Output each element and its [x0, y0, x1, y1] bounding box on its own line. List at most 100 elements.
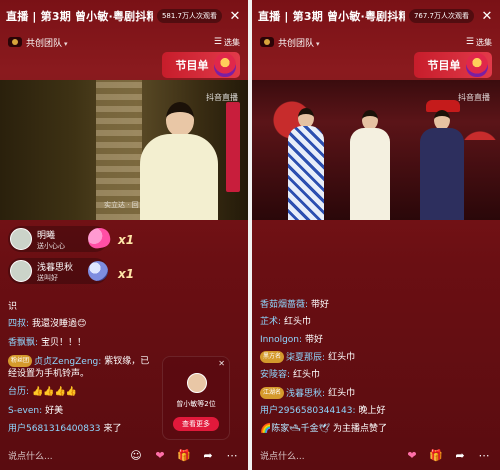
- performer: [420, 100, 464, 220]
- chat-message: 黑方名 柒夏那辰: 红头巾: [260, 351, 355, 364]
- co-creator-team[interactable]: 共创团队 ▾: [278, 36, 466, 49]
- chat-message: 香茹烟蔷薇: 带好: [260, 299, 329, 311]
- douyin-watermark: 抖音直播: [206, 93, 238, 102]
- left-live-panel: 直播 | 第3期 曾小敏·粤剧抖精.. 581.7万人次观看 ✕ 共创团队 ▾ ☰…: [0, 0, 248, 470]
- viewer-count: 581.7万人次观看: [156, 9, 222, 23]
- performer: [286, 108, 326, 220]
- opera-mask-icon: [466, 53, 488, 77]
- sub-bar: 共创团队 ▾ ☰ 选集: [252, 34, 500, 50]
- chat-message: 用户2956580344143: 晚上好: [260, 405, 386, 417]
- heart-icon[interactable]: ❤: [152, 447, 168, 463]
- co-creator-team[interactable]: 共创团队 ▾: [26, 36, 214, 49]
- stage-backdrop: [96, 80, 142, 220]
- chat-text: 来了: [103, 424, 122, 434]
- avatar: [187, 373, 207, 393]
- bottom-bar: 说点什么... ❤ 🎁 ➦ ⋯: [252, 440, 500, 470]
- chat-user[interactable]: Innolgon:: [260, 335, 302, 345]
- share-icon[interactable]: ➦: [200, 447, 216, 463]
- chat-user[interactable]: S-even:: [8, 406, 42, 416]
- stream-title[interactable]: 直播 | 第3期 曾小敏·粤剧抖精..: [258, 8, 405, 24]
- chat-message: 识: [8, 301, 17, 313]
- gift-user-name: 明曦: [37, 230, 56, 241]
- chat-user[interactable]: 用户5681316400833: [8, 424, 100, 434]
- heart-gift-icon: [86, 226, 112, 250]
- program-list-button[interactable]: 节目单: [162, 52, 240, 78]
- ball-gift-icon: [88, 261, 112, 281]
- chat-text: 带好: [311, 300, 330, 310]
- chat-user[interactable]: 安陵容:: [260, 370, 290, 380]
- chat-text: 红头巾: [328, 388, 356, 399]
- chat-message: 🌈陈家🛥千金🕊 为主播点赞了: [260, 423, 387, 435]
- performer: [348, 110, 392, 220]
- chat-user[interactable]: 浅暮思秋:: [286, 389, 325, 399]
- chat-user[interactable]: 柒夏那辰:: [286, 353, 325, 363]
- emoji-icon[interactable]: ☺: [128, 447, 144, 463]
- team-avatar-icon: [260, 37, 274, 47]
- chat-user[interactable]: 贞贞ZengZeng:: [34, 357, 101, 367]
- view-more-button[interactable]: 查看更多: [173, 417, 219, 431]
- heart-icon[interactable]: ❤: [404, 447, 420, 463]
- gift-icon[interactable]: 🎁: [176, 447, 192, 463]
- close-icon[interactable]: ✕: [218, 359, 225, 368]
- more-icon[interactable]: ⋯: [476, 447, 492, 463]
- close-icon[interactable]: ✕: [228, 9, 242, 24]
- chat-text: 红头巾: [328, 352, 356, 363]
- gift-icon[interactable]: 🎁: [428, 447, 444, 463]
- chat-message: 江湖名 浅暮思秋: 红头巾: [260, 387, 355, 400]
- chat-message: 香飘飘: 宝贝！！！: [8, 337, 86, 349]
- chat-user[interactable]: 用户2956580344143:: [260, 406, 355, 416]
- chat-text: 晚上好: [358, 406, 386, 416]
- chevron-down-icon: ▾: [316, 39, 320, 48]
- gift-user-name: 浅暮思秋: [37, 262, 74, 273]
- live-video[interactable]: 抖音直播 实立达 · 回: [0, 80, 248, 220]
- gift-count: x1: [118, 267, 135, 281]
- chevron-down-icon: ▾: [64, 39, 68, 48]
- opera-mask-icon: [214, 53, 236, 77]
- stream-title[interactable]: 直播 | 第3期 曾小敏·粤剧抖精..: [6, 8, 153, 24]
- chat-user[interactable]: 芷术:: [260, 317, 281, 327]
- more-icon[interactable]: ⋯: [224, 447, 240, 463]
- live-video[interactable]: 抖音直播: [252, 80, 500, 220]
- vertical-banner: [226, 102, 240, 192]
- chat-text: 红头巾: [284, 317, 312, 327]
- collection-button[interactable]: ☰ 选集: [214, 37, 240, 48]
- chat-text: 带好: [305, 335, 324, 345]
- chat-user[interactable]: 🌈陈家🛥千金🕊: [260, 424, 330, 434]
- program-list-button[interactable]: 节目单: [414, 52, 492, 78]
- chat-message: 安陵容: 红头巾: [260, 369, 320, 381]
- program-label: 节目单: [175, 59, 209, 72]
- collection-button[interactable]: ☰ 选集: [466, 37, 492, 48]
- top-bar: 直播 | 第3期 曾小敏·粤剧抖精.. 581.7万人次观看 ✕: [0, 0, 248, 32]
- top-bar: 直播 | 第3期 曾小敏·粤剧抖精.. 767.7万人次观看 ✕: [252, 0, 500, 32]
- chat-user[interactable]: 香茹烟蔷薇:: [260, 300, 308, 310]
- avatar[interactable]: [10, 228, 32, 250]
- comment-input[interactable]: 说点什么...: [260, 449, 396, 462]
- chat-user[interactable]: 四叔:: [8, 319, 29, 329]
- comment-input[interactable]: 说点什么...: [8, 449, 120, 462]
- chat-text: 识: [8, 302, 18, 312]
- collection-label: 选集: [224, 37, 240, 47]
- chat-text: 好美: [45, 406, 64, 416]
- chat-text: 红头巾: [293, 370, 321, 380]
- right-live-panel: 直播 | 第3期 曾小敏·粤剧抖精.. 767.7万人次观看 ✕ 共创团队 ▾ ☰…: [252, 0, 500, 470]
- chat-message: 芷术: 红头巾: [260, 316, 311, 328]
- chat-user[interactable]: 台历:: [8, 387, 29, 397]
- chat-text: 宝贝！！！: [41, 338, 87, 348]
- fan-badge: 黑方名: [260, 351, 285, 363]
- gift-action: 送小心心: [37, 241, 65, 250]
- chat-message: S-even: 好美: [8, 405, 63, 417]
- share-icon[interactable]: ➦: [452, 447, 468, 463]
- avatar[interactable]: [10, 260, 32, 282]
- list-icon: ☰: [213, 37, 222, 47]
- team-label: 共创团队: [278, 38, 315, 49]
- team-avatar-icon: [8, 37, 22, 47]
- gift-action: 送叫好: [37, 273, 58, 282]
- chat-user[interactable]: 香飘飘:: [8, 338, 38, 348]
- close-icon[interactable]: ✕: [480, 9, 494, 24]
- performer-promo-card[interactable]: ✕ 曾小敏等2位 查看更多: [162, 356, 230, 440]
- chat-message: 四叔: 我還沒睡過😊: [8, 318, 86, 330]
- program-label: 节目单: [427, 59, 461, 72]
- collection-label: 选集: [476, 37, 492, 47]
- performer: [140, 102, 218, 220]
- chat-text: 为主播点赞了: [332, 424, 387, 434]
